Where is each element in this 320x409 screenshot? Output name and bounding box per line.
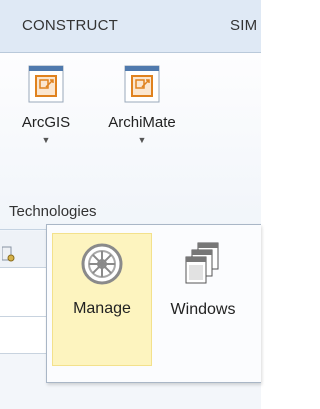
arcgis-icon	[28, 65, 64, 103]
wheel-icon	[81, 243, 123, 285]
popup-menu: Manage Windows	[46, 224, 261, 383]
arcgis-label: ArcGIS	[21, 114, 71, 131]
windows-label: Windows	[170, 301, 236, 318]
ribbon-group-label: Technologies	[9, 203, 97, 220]
archimate-icon	[124, 65, 160, 103]
windows-button[interactable]: Windows	[154, 233, 252, 366]
archimate-button[interactable]: ArchiMate ▼	[99, 65, 185, 145]
archimate-label: ArchiMate	[108, 114, 176, 131]
tab-construct[interactable]: CONSTRUCT	[22, 17, 118, 34]
arcgis-button[interactable]: ArcGIS ▼	[3, 65, 89, 145]
archimate-dropdown-arrow[interactable]: ▼	[99, 135, 185, 145]
windows-stack-icon	[185, 242, 219, 284]
arcgis-dropdown-arrow[interactable]: ▼	[3, 135, 89, 145]
manage-button[interactable]: Manage	[52, 233, 152, 366]
tab-simulate[interactable]: SIM	[230, 17, 257, 34]
ribbon-panel: ArcGIS ▼ ArchiMate ▼ Technologies	[0, 53, 261, 231]
manage-label: Manage	[73, 300, 131, 317]
toolbar-gear-icon[interactable]	[2, 246, 16, 264]
ribbon-tab-strip: CONSTRUCT SIM	[0, 0, 261, 53]
